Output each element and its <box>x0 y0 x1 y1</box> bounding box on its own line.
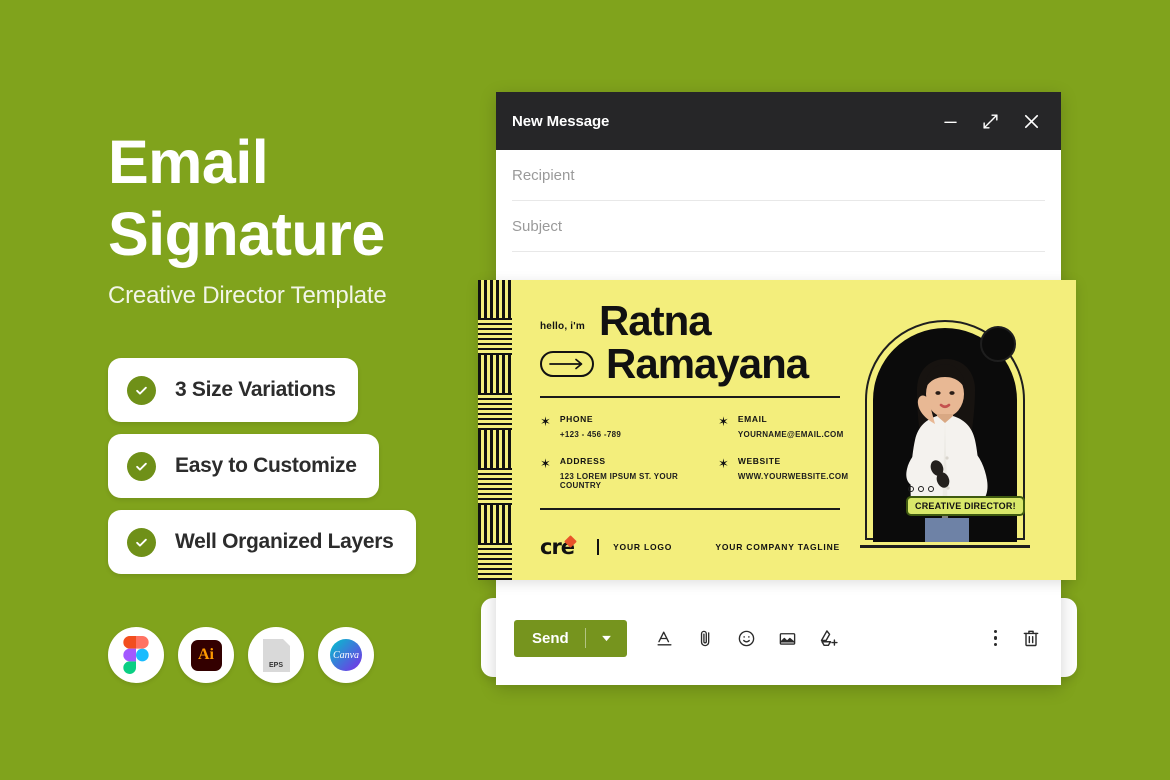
compose-titlebar: New Message <box>496 92 1061 150</box>
feature-label: Easy to Customize <box>175 454 357 477</box>
eps-label: EPS <box>268 661 283 669</box>
contact-phone: ✶ PHONE +123 - 456 -789 <box>540 414 718 439</box>
minimize-icon[interactable] <box>941 112 960 131</box>
illustrator-icon: Ai <box>178 627 234 683</box>
compose-title: New Message <box>512 112 610 130</box>
moon-circle-decoration <box>980 326 1016 362</box>
attach-file-icon[interactable] <box>696 629 715 648</box>
dropdown-caret-icon[interactable] <box>586 635 627 642</box>
role-badge: CREATIVE DIRECTOR! <box>906 496 1025 516</box>
format-text-icon[interactable] <box>655 629 674 648</box>
eps-file-icon: EPS <box>248 627 304 683</box>
asterisk-icon: ✶ <box>718 456 729 472</box>
feature-item-organized-layers: Well Organized Layers <box>108 510 416 574</box>
send-button[interactable]: Send <box>514 619 627 657</box>
figma-icon <box>108 627 164 683</box>
contact-value: WWW.YOURWEBSITE.COM <box>737 472 849 482</box>
more-options-icon[interactable] <box>993 629 997 647</box>
discard-draft-icon[interactable] <box>1021 628 1041 648</box>
check-icon <box>127 527 156 557</box>
feature-item-size-variations: 3 Size Variations <box>108 358 358 422</box>
canva-label: Canva <box>330 639 362 671</box>
insert-emoji-icon[interactable] <box>737 629 756 648</box>
contact-value: YOURNAME@EMAIL.COM <box>737 430 844 440</box>
expand-icon[interactable] <box>981 112 1000 131</box>
title-line-1: Email <box>108 128 269 196</box>
window-dots-decoration <box>908 486 934 492</box>
stripe-decoration <box>478 280 512 580</box>
portrait-photo: CREATIVE DIRECTOR! <box>860 316 1032 548</box>
hero-subtitle: Creative Director Template <box>108 282 387 310</box>
email-signature-card: hello, i'm Ratna Ramayana ✶ PHONE +123 -… <box>478 280 1076 580</box>
contact-address: ✶ ADDRESS 123 LOREM IPSUM ST. YOUR COUNT… <box>540 456 718 490</box>
signature-footer: cre YOUR LOGO YOUR COMPANY TAGLINE <box>540 534 840 559</box>
feature-list: 3 Size Variations Easy to Customize Well… <box>108 358 416 586</box>
compose-toolbar: Send <box>496 608 1061 668</box>
check-icon <box>127 375 156 405</box>
first-name: Ratna <box>598 297 712 344</box>
divider-top <box>540 396 840 399</box>
page-title: Email Signature <box>108 130 508 266</box>
footer-divider <box>597 539 600 555</box>
recipient-field[interactable]: Recipient <box>512 150 1045 201</box>
greeting-text: hello, i'm <box>540 320 585 332</box>
contact-label: EMAIL <box>737 414 768 425</box>
divider-bottom <box>540 508 840 511</box>
hero-section: Email Signature Creative Director Templa… <box>108 130 508 310</box>
illustrator-label: Ai <box>190 639 222 671</box>
contact-value: 123 LOREM IPSUM ST. YOUR COUNTRY <box>559 472 679 491</box>
title-line-2: Signature <box>108 200 385 269</box>
contact-value: +123 - 456 -789 <box>559 430 622 440</box>
compose-fields: Recipient Subject <box>496 150 1061 252</box>
company-logo-text: YOUR LOGO <box>613 542 673 552</box>
company-tagline: YOUR COMPANY TAGLINE <box>715 542 840 552</box>
send-label: Send <box>532 629 569 647</box>
subject-field[interactable]: Subject <box>512 201 1045 252</box>
close-icon[interactable] <box>1021 111 1042 132</box>
recipient-placeholder: Recipient <box>512 166 575 184</box>
check-icon <box>127 451 156 481</box>
insert-image-icon[interactable] <box>778 629 797 648</box>
feature-item-easy-customize: Easy to Customize <box>108 434 379 498</box>
canva-icon: Canva <box>318 627 374 683</box>
photo-baseline <box>860 545 1030 548</box>
insert-drive-icon[interactable] <box>819 628 839 648</box>
subject-placeholder: Subject <box>512 217 563 235</box>
feature-label: Well Organized Layers <box>175 530 394 553</box>
feature-label: 3 Size Variations <box>175 378 336 401</box>
contact-label: WEBSITE <box>737 456 781 467</box>
asterisk-icon: ✶ <box>718 414 729 430</box>
last-name: Ramayana <box>606 339 809 387</box>
asterisk-icon: ✶ <box>540 456 551 472</box>
arrow-right-icon <box>540 350 594 377</box>
contact-label: ADDRESS <box>559 456 606 467</box>
format-icons-row: Ai EPS Canva <box>108 627 374 683</box>
signature-content: hello, i'm Ratna Ramayana ✶ PHONE +123 -… <box>512 280 1076 580</box>
asterisk-icon: ✶ <box>540 414 551 430</box>
contact-label: PHONE <box>559 414 594 425</box>
